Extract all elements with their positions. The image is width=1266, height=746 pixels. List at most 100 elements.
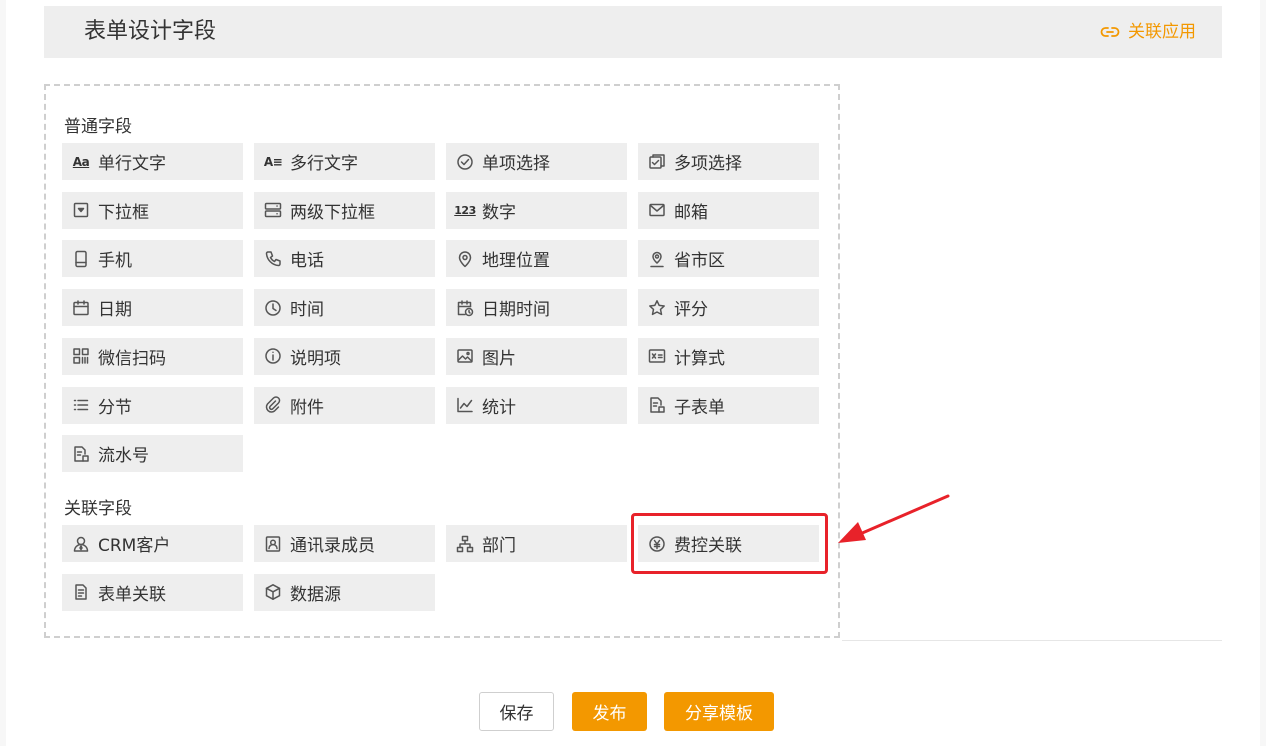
org-chart-icon xyxy=(456,535,474,553)
field-label: 时间 xyxy=(290,300,324,321)
field-item[interactable]: 电话 xyxy=(254,240,435,278)
field-item[interactable]: 通讯录成员 xyxy=(254,525,435,562)
field-item[interactable]: 统计 xyxy=(446,386,627,424)
field-item[interactable]: 流水号 xyxy=(62,435,243,473)
clock-icon xyxy=(264,299,282,317)
field-label: 表单关联 xyxy=(98,584,166,605)
field-label: 数字 xyxy=(482,202,516,223)
field-label: CRM客户 xyxy=(98,536,171,556)
header-bar: 表单设计字段 关联应用 xyxy=(44,6,1222,58)
field-item[interactable]: 时间 xyxy=(254,289,435,327)
field-item[interactable]: 日期 xyxy=(62,289,243,327)
form-link-icon xyxy=(72,583,90,601)
field-item[interactable]: 图片 xyxy=(446,337,627,375)
related-fields-title: 关联字段 xyxy=(64,499,132,519)
location-pin-icon xyxy=(456,250,474,268)
field-item[interactable]: 附件 xyxy=(254,386,435,424)
field-item[interactable]: 微信扫码 xyxy=(62,337,243,375)
link-app-label: 关联应用 xyxy=(1128,22,1196,42)
image-icon xyxy=(456,347,474,365)
field-label: 流水号 xyxy=(98,446,149,467)
field-label: 多行文字 xyxy=(290,154,358,174)
field-label: 日期时间 xyxy=(482,300,550,321)
field-item[interactable]: 表单关联 xyxy=(62,573,243,611)
calendar-clock-icon xyxy=(456,299,474,317)
field-label: 说明项 xyxy=(290,348,341,369)
common-fields-title: 普通字段 xyxy=(64,117,132,137)
pointer-arrow-icon xyxy=(838,494,950,543)
field-item[interactable]: CRM客户 xyxy=(62,525,243,562)
multiline-text-icon: A≡ xyxy=(263,154,283,169)
field-item[interactable]: 子表单 xyxy=(638,386,819,424)
field-label: 图片 xyxy=(482,348,516,369)
field-item[interactable]: 部门 xyxy=(446,525,627,562)
field-item[interactable]: 分节 xyxy=(62,386,243,424)
link-icon xyxy=(1100,27,1120,37)
field-label: 微信扫码 xyxy=(98,348,166,369)
field-label: 多项选择 xyxy=(674,154,742,174)
field-item[interactable]: 日期时间 xyxy=(446,289,627,327)
link-app-button[interactable]: 关联应用 xyxy=(1100,6,1196,58)
publish-button[interactable]: 发布 xyxy=(572,692,647,731)
field-label: 省市区 xyxy=(674,251,725,272)
star-icon xyxy=(648,299,666,317)
field-label: 下拉框 xyxy=(98,202,149,223)
field-item[interactable]: 下拉框 xyxy=(62,191,243,229)
dropdown-icon xyxy=(72,201,90,219)
serial-number-icon xyxy=(72,445,90,463)
two-level-dropdown-icon xyxy=(264,201,282,219)
field-item[interactable]: 数据源 xyxy=(254,573,435,611)
region-pin-icon xyxy=(648,250,666,268)
text-aa-icon: Aa xyxy=(72,154,90,169)
field-label: 附件 xyxy=(290,397,324,418)
save-button[interactable]: 保存 xyxy=(479,692,554,731)
info-icon xyxy=(264,347,282,365)
field-item[interactable]: Aa 单行文字 xyxy=(62,143,243,180)
highlight-box xyxy=(631,513,828,574)
calendar-icon xyxy=(72,299,90,317)
field-item[interactable]: 单项选择 xyxy=(446,143,627,180)
field-label: 计算式 xyxy=(674,348,725,369)
contact-card-icon xyxy=(264,535,282,553)
page-title: 表单设计字段 xyxy=(84,19,217,44)
field-item[interactable]: 两级下拉框 xyxy=(254,191,435,229)
field-label: 两级下拉框 xyxy=(290,202,375,223)
field-item[interactable]: A≡ 多行文字 xyxy=(254,143,435,180)
field-label: 评分 xyxy=(674,300,708,321)
field-item[interactable]: 手机 xyxy=(62,240,243,278)
share-template-button[interactable]: 分享模板 xyxy=(664,692,774,731)
field-label: 单项选择 xyxy=(482,154,550,174)
field-label: 地理位置 xyxy=(482,251,550,272)
qr-code-icon xyxy=(72,347,90,365)
field-item[interactable]: 省市区 xyxy=(638,240,819,278)
subform-icon xyxy=(648,396,666,414)
field-label: 统计 xyxy=(482,397,516,418)
radio-check-icon xyxy=(456,153,474,171)
field-item[interactable]: 地理位置 xyxy=(446,240,627,278)
field-label: 手机 xyxy=(98,251,132,272)
field-item[interactable]: 123 数字 xyxy=(446,191,627,229)
paperclip-icon xyxy=(264,396,282,414)
field-label: 数据源 xyxy=(290,584,341,605)
field-label: 邮箱 xyxy=(674,202,708,223)
field-label: 通讯录成员 xyxy=(290,536,375,556)
mobile-icon xyxy=(72,250,90,268)
field-label: 部门 xyxy=(482,536,516,556)
field-item[interactable]: 多项选择 xyxy=(638,143,819,180)
field-item[interactable]: 邮箱 xyxy=(638,191,819,229)
section-list-icon xyxy=(72,396,90,414)
field-item[interactable]: 说明项 xyxy=(254,337,435,375)
field-label: 日期 xyxy=(98,300,132,321)
field-label: 分节 xyxy=(98,397,132,418)
phone-icon xyxy=(264,250,282,268)
cube-icon xyxy=(264,583,282,601)
field-item[interactable]: 评分 xyxy=(638,289,819,327)
field-label: 子表单 xyxy=(674,397,725,418)
number-123-icon: 123 xyxy=(454,203,476,217)
checkbox-icon xyxy=(648,153,666,171)
field-label: 电话 xyxy=(290,251,324,272)
divider xyxy=(842,640,1222,641)
line-chart-icon xyxy=(456,396,474,414)
field-label: 单行文字 xyxy=(98,154,166,174)
field-item[interactable]: 计算式 xyxy=(638,337,819,375)
